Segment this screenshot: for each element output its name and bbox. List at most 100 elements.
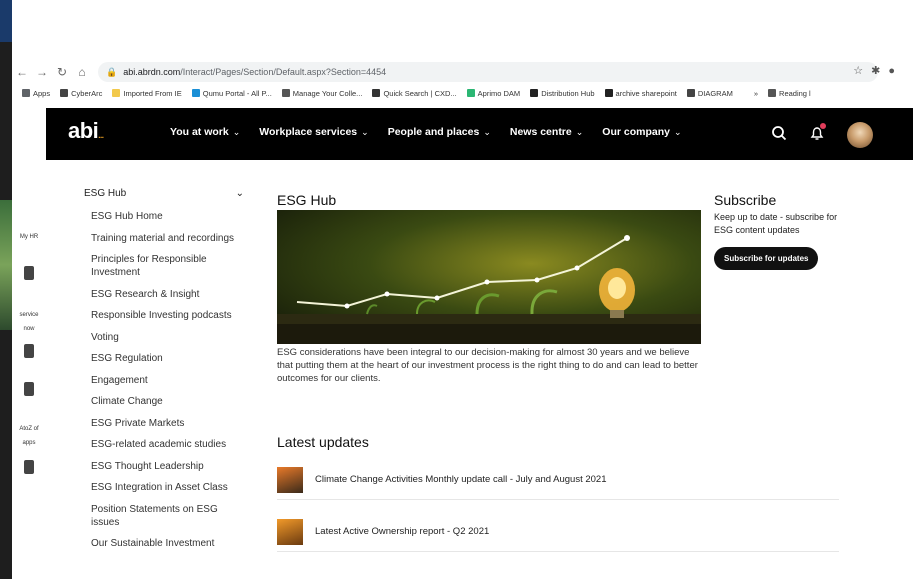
section-nav-item[interactable]: ESG Integration in Asset Class xyxy=(84,481,244,494)
update-title: Latest Active Ownership report - Q2 2021 xyxy=(315,526,490,537)
section-nav-item[interactable]: Position Statements on ESG issues xyxy=(84,503,244,529)
notification-dot xyxy=(820,122,826,129)
section-nav-item[interactable]: ESG Regulation xyxy=(84,352,244,365)
menu-item[interactable]: Our company ⌄ xyxy=(602,126,681,138)
bookmark-item[interactable]: Qumu Portal - All P... xyxy=(191,89,272,98)
chevron-down-icon[interactable]: ⌄ xyxy=(236,188,244,204)
bookmark-label: Aprimo DAM xyxy=(477,88,521,98)
rail-app-icon[interactable] xyxy=(24,344,34,358)
browser-toolbar: ← → ↻ ⌂ 🔒 abi.abrdn.com/Interact/Pages/S… xyxy=(12,60,913,84)
subscribe-panel: Subscribe Keep up to date - subscribe fo… xyxy=(714,192,854,270)
bookmark-label: CyberArc xyxy=(71,88,103,98)
chevron-down-icon: ⌄ xyxy=(232,127,241,137)
bookmark-item[interactable]: Imported From IE xyxy=(112,88,182,98)
section-nav-item[interactable]: Our Sustainable Investment xyxy=(84,537,244,550)
section-nav-item[interactable]: ESG Thought Leadership xyxy=(84,460,244,473)
subscribe-button[interactable]: Subscribe for updates xyxy=(714,247,819,270)
menu-item[interactable]: People and places ⌄ xyxy=(388,126,491,138)
chevron-down-icon: ⌄ xyxy=(575,127,584,137)
address-bar[interactable]: 🔒 abi.abrdn.com/Interact/Pages/Section/D… xyxy=(98,62,878,82)
bookmark-label: Manage Your Colle... xyxy=(292,88,363,98)
section-nav-item[interactable]: Training material and recordings xyxy=(84,232,244,245)
bookmark-item[interactable]: Reading l xyxy=(768,89,811,98)
abi-logo[interactable]: abi... xyxy=(68,118,104,144)
puzzle-icon[interactable]: ✱ xyxy=(871,65,888,77)
intro-text: ESG considerations have been integral to… xyxy=(277,347,698,384)
bell-icon[interactable] xyxy=(809,122,826,146)
section-nav-item[interactable]: ESG Hub Home xyxy=(84,210,244,223)
rail-app-icon[interactable] xyxy=(24,382,34,396)
bookmark-label: Quick Search | CXD... xyxy=(383,88,457,98)
extension-icons[interactable]: ☆✱● xyxy=(853,64,903,77)
bookmark-item[interactable]: Apps xyxy=(22,89,50,98)
desktop-icon-top xyxy=(0,0,12,42)
menu-item[interactable]: You at work ⌄ xyxy=(170,126,240,138)
section-nav-item[interactable]: ESG Research & Insight xyxy=(84,288,244,301)
section-nav-item[interactable]: Climate Change xyxy=(84,395,244,408)
rail-app-icon[interactable]: service now xyxy=(18,308,40,332)
update-thumbnail xyxy=(277,518,303,545)
back-arrow-icon[interactable]: ← xyxy=(12,65,32,79)
section-nav-item[interactable]: Voting xyxy=(84,331,244,344)
profile-icon[interactable]: ● xyxy=(888,65,903,77)
rail-app-icon[interactable] xyxy=(24,460,34,474)
rail-app-icon[interactable] xyxy=(24,266,34,280)
latest-updates-heading: Latest updates xyxy=(277,434,369,450)
section-nav-item[interactable]: Principles for Responsible Investment xyxy=(84,253,244,279)
section-nav-item[interactable]: ESG-related academic studies xyxy=(84,438,244,451)
rail-app-icon[interactable]: AtoZ of apps xyxy=(18,422,40,446)
browser-tab-area xyxy=(12,0,913,58)
update-title: Climate Change Activities Monthly update… xyxy=(315,474,607,485)
menu-item-label: News centre xyxy=(509,126,572,138)
bookmark-icon xyxy=(768,89,777,97)
main-menu: You at work ⌄ Workplace services ⌄ People an… xyxy=(170,126,682,138)
bookmark-item[interactable]: Distribution Hub xyxy=(530,88,595,98)
bookmark-item[interactable]: » xyxy=(742,89,758,98)
bookmark-label: Distribution Hub xyxy=(541,88,595,98)
avatar[interactable] xyxy=(847,122,873,148)
menu-item-label: People and places xyxy=(387,126,480,138)
update-item[interactable]: Latest Active Ownership report - Q2 2021 xyxy=(277,512,839,552)
bookmark-icon xyxy=(60,89,69,97)
bookmark-icon xyxy=(112,89,121,97)
section-nav-item[interactable]: Engagement xyxy=(84,374,244,387)
menu-item-label: Our company xyxy=(602,126,670,138)
bookmarks-bar: Apps CyberArc Imported From IE Qumu Portal … xyxy=(12,84,913,102)
app-rail: My HR service now AtoZ of apps xyxy=(12,102,46,579)
update-item[interactable]: Climate Change Activities Monthly update… xyxy=(277,460,839,500)
main-content: ESG Hub ESG considerations have been int… xyxy=(277,192,839,552)
logo-suffix: ... xyxy=(98,131,104,140)
star-icon[interactable]: ☆ xyxy=(853,65,871,77)
lock-icon: 🔒 xyxy=(106,66,118,77)
section-nav-list: ESG Hub Home Training material and record… xyxy=(84,210,244,550)
header-actions xyxy=(771,122,873,148)
home-icon[interactable]: ⌂ xyxy=(72,65,92,79)
site-header: abi... You at work ⌄ Workplace services ⌄ Pe… xyxy=(46,108,913,160)
section-nav-header[interactable]: ESG Hub ⌄ xyxy=(84,188,244,204)
forward-arrow-icon[interactable]: → xyxy=(32,65,52,79)
bookmark-item[interactable]: Quick Search | CXD... xyxy=(372,88,457,98)
rail-app-icon[interactable]: My HR xyxy=(18,230,40,244)
bookmark-icon xyxy=(466,89,475,97)
menu-item[interactable]: Workplace services ⌄ xyxy=(259,126,368,138)
subscribe-title: Subscribe xyxy=(714,192,777,208)
bookmark-item[interactable]: Aprimo DAM xyxy=(466,88,521,98)
search-icon[interactable] xyxy=(771,125,787,146)
reload-icon[interactable]: ↻ xyxy=(52,65,72,79)
bookmark-icon xyxy=(686,89,695,97)
bookmark-item[interactable]: Manage Your Colle... xyxy=(281,88,363,98)
bookmark-item[interactable]: DIAGRAM xyxy=(686,88,733,98)
menu-item[interactable]: News centre ⌄ xyxy=(510,126,583,138)
section-nav-item[interactable]: ESG Private Markets xyxy=(84,417,244,430)
bookmark-label: Reading l xyxy=(779,88,811,98)
bookmark-label: DIAGRAM xyxy=(697,88,733,98)
menu-item-label: Workplace services xyxy=(259,126,358,138)
section-nav-item[interactable]: Responsible Investing podcasts xyxy=(84,309,244,322)
bookmark-label: Imported From IE xyxy=(123,88,182,98)
update-thumbnail xyxy=(277,466,303,493)
bookmark-item[interactable]: CyberArc xyxy=(60,89,102,98)
bookmark-icon xyxy=(604,89,613,97)
url-path: /Interact/Pages/Section/Default.aspx?Sec… xyxy=(180,67,387,77)
bookmark-item[interactable]: archive sharepoint xyxy=(604,89,677,98)
chevron-down-icon: ⌄ xyxy=(673,127,682,137)
